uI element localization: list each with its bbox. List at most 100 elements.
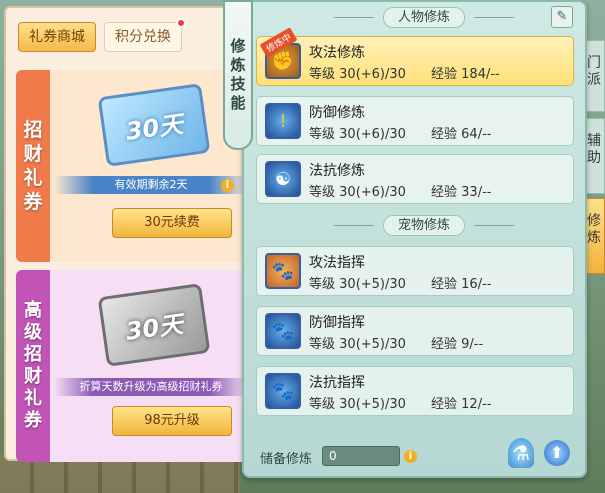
row-level: 等级 30(+6)/30: [309, 63, 406, 82]
label-char: 能: [230, 94, 246, 112]
voucher-ticket-icon: 30天: [97, 83, 211, 167]
level-value: 30(+5)/30: [339, 397, 406, 412]
level-prefix: 等级: [309, 67, 336, 82]
upgrade-info: 折算天数升级为高级招财礼券: [54, 378, 248, 396]
exp-prefix: 经验: [431, 277, 458, 292]
cultivation-row[interactable]: ☯ 法抗修炼 等级 30(+6)/30 经验 33/--: [256, 154, 574, 204]
row-exp: 经验 12/--: [431, 393, 491, 412]
label-char: 招: [23, 119, 43, 141]
cultivation-row[interactable]: ✊ 修炼中 攻法修炼 等级 30(+6)/30 经验 184/--: [256, 27, 574, 86]
tab-char: 门: [587, 55, 601, 71]
exp-value: 33/--: [461, 185, 492, 200]
upgrade-arrow-icon[interactable]: ⬆: [544, 440, 570, 466]
cultivation-skill-label: 修 炼 技 能: [223, 0, 253, 150]
row-exp: 经验 64/--: [431, 123, 491, 142]
exp-prefix: 经验: [431, 397, 458, 412]
label-char: 礼: [23, 167, 43, 189]
tab-points-exchange[interactable]: 积分兑换: [104, 18, 186, 52]
tab-char: 炼: [587, 230, 601, 246]
exp-value: 12/--: [461, 397, 492, 412]
row-level: 等级 30(+5)/30: [309, 273, 406, 292]
exp-prefix: 经验: [431, 127, 458, 142]
paw-attack-icon: 🐾: [265, 253, 301, 289]
edit-icon[interactable]: ✎: [551, 6, 573, 28]
section-title-character: 人物修炼: [324, 6, 524, 30]
exp-value: 184/--: [461, 67, 500, 82]
level-value: 30(+5)/30: [339, 337, 406, 352]
level-prefix: 等级: [309, 127, 336, 142]
row-name: 法抗修炼: [309, 163, 365, 179]
label-char: 修: [230, 37, 246, 55]
exp-prefix: 经验: [431, 337, 458, 352]
notification-dot: [176, 18, 186, 28]
paw-defense-icon: 🐾: [265, 313, 301, 349]
voucher-shop-panel: 礼券商城 积分兑换 招 财 礼 券 30天 有效期剩余2天 i 30元续费 高 …: [4, 6, 248, 462]
paw-resist-icon: 🐾: [265, 373, 301, 409]
cultivation-row[interactable]: 🐾 攻法指挥 等级 30(+5)/30 经验 16/--: [256, 246, 574, 296]
row-level: 等级 30(+6)/30: [309, 181, 406, 200]
tab-char: 辅: [587, 133, 601, 149]
label-char: 技: [230, 75, 246, 93]
advanced-voucher-card: 高 级 招 财 礼 券 30天 折算天数升级为高级招财礼券 98元升级: [16, 270, 248, 462]
row-name: 防御指挥: [309, 315, 365, 331]
reserve-value-field: 0: [322, 446, 400, 466]
label-char: 财: [24, 366, 42, 387]
shield-icon: !: [265, 103, 301, 139]
label-char: 招: [24, 344, 42, 365]
row-exp: 经验 33/--: [431, 181, 491, 200]
label-char: 财: [23, 143, 43, 165]
label-char: 高: [24, 300, 42, 321]
renew-button[interactable]: 30元续费: [112, 208, 232, 238]
level-value: 30(+6)/30: [339, 185, 406, 200]
section-title-text: 宠物修炼: [382, 215, 465, 236]
advanced-voucher-vertical-label: 高 级 招 财 礼 券: [16, 270, 50, 462]
label-char: 券: [24, 410, 42, 431]
row-name: 防御修炼: [309, 105, 365, 121]
upgrade-button[interactable]: 98元升级: [112, 406, 232, 436]
yin-yang-icon: ☯: [265, 161, 301, 197]
validity-info: 有效期剩余2天: [54, 176, 248, 194]
row-exp: 经验 16/--: [431, 273, 491, 292]
info-icon[interactable]: i: [221, 179, 234, 192]
row-exp: 经验 9/--: [431, 333, 483, 352]
level-prefix: 等级: [309, 277, 336, 292]
info-icon[interactable]: i: [404, 450, 417, 463]
voucher-ticket-icon: 30天: [97, 283, 211, 367]
row-level: 等级 30(+5)/30: [309, 393, 406, 412]
level-prefix: 等级: [309, 337, 336, 352]
tab-char: 修: [587, 213, 601, 229]
level-value: 30(+6)/30: [339, 67, 406, 82]
cultivation-row[interactable]: 🐾 法抗指挥 等级 30(+5)/30 经验 12/--: [256, 366, 574, 416]
tab-char: 派: [587, 72, 601, 88]
shop-tabs: 礼券商城 积分兑换: [18, 18, 186, 52]
fortune-voucher-card: 招 财 礼 券 30天 有效期剩余2天 i 30元续费: [16, 70, 248, 262]
cultivation-row[interactable]: ! 防御修炼 等级 30(+6)/30 经验 64/--: [256, 96, 574, 146]
exp-value: 64/--: [461, 127, 492, 142]
reserve-label: 储备修炼: [260, 452, 313, 467]
row-exp: 经验 184/--: [431, 63, 500, 82]
exp-prefix: 经验: [431, 67, 458, 82]
label-char: 礼: [24, 388, 42, 409]
section-title-text: 人物修炼: [382, 7, 465, 28]
level-prefix: 等级: [309, 185, 336, 200]
row-level: 等级 30(+5)/30: [309, 333, 406, 352]
exp-value: 9/--: [461, 337, 484, 352]
row-name: 法抗指挥: [309, 375, 365, 391]
fortune-voucher-vertical-label: 招 财 礼 券: [16, 70, 50, 262]
row-level: 等级 30(+6)/30: [309, 123, 406, 142]
cultivation-row[interactable]: 🐾 防御指挥 等级 30(+5)/30 经验 9/--: [256, 306, 574, 356]
tab-voucher-shop[interactable]: 礼券商城: [18, 22, 96, 52]
exp-value: 16/--: [461, 277, 492, 292]
row-name: 攻法指挥: [309, 255, 365, 271]
label-char: 炼: [230, 56, 246, 74]
section-title-pet: 宠物修炼: [324, 214, 524, 238]
level-value: 30(+6)/30: [339, 127, 406, 142]
exp-prefix: 经验: [431, 185, 458, 200]
label-char: 级: [24, 322, 42, 343]
row-name: 攻法修炼: [309, 45, 365, 61]
cultivation-panel: ✎ 人物修炼 ✊ 修炼中 攻法修炼 等级 30(+6)/30 经验 184/--…: [242, 0, 587, 478]
tab-char: 助: [587, 150, 601, 166]
potion-icon[interactable]: ⚗: [508, 438, 534, 468]
level-value: 30(+5)/30: [339, 277, 406, 292]
label-char: 券: [23, 191, 43, 213]
